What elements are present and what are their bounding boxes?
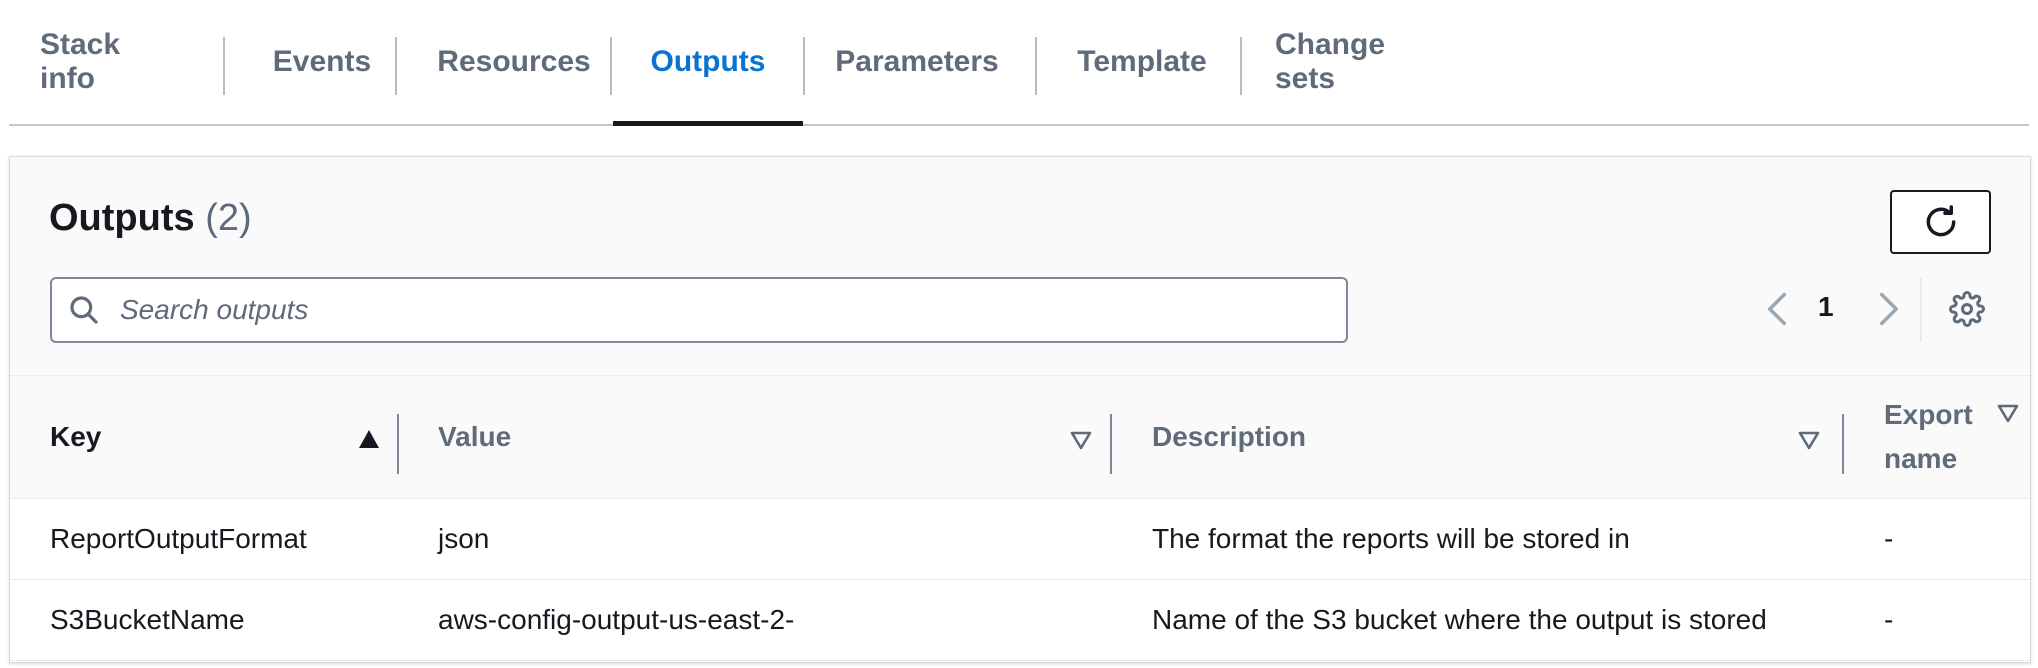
column-header-key[interactable]: Key: [50, 376, 101, 498]
panel-header: Outputs (2) 1: [10, 157, 2030, 376]
tab-outputs[interactable]: Outputs: [613, 0, 803, 126]
column-header-description[interactable]: Description: [1152, 376, 1306, 498]
panel-title: Outputs (2): [49, 197, 252, 240]
item-count: (2): [205, 197, 252, 239]
tab-resources[interactable]: Resources: [429, 0, 599, 124]
table-header: Key Value Description Export name: [10, 376, 2030, 499]
tab-change-sets[interactable]: Change sets: [1275, 0, 1445, 124]
search-input[interactable]: [118, 293, 1322, 327]
sort-icon[interactable]: [1996, 402, 2020, 424]
column-resizer[interactable]: [1842, 414, 1844, 474]
tab-parameters[interactable]: Parameters: [835, 0, 999, 124]
cell-export-name: -: [1884, 604, 1894, 635]
gear-icon: [1949, 291, 1985, 327]
tab-template[interactable]: Template: [1067, 0, 1217, 124]
refresh-button[interactable]: [1890, 190, 1991, 254]
tab-divider: [610, 37, 612, 95]
column-header-value[interactable]: Value: [438, 376, 511, 498]
tab-divider: [395, 37, 397, 95]
column-resizer[interactable]: [397, 414, 399, 474]
tab-stack-info[interactable]: Stack info: [40, 0, 160, 124]
cell-key: ReportOutputFormat: [50, 523, 307, 554]
chevron-right-icon: [1880, 292, 1898, 326]
tab-label: Resources: [437, 45, 591, 78]
sort-icon[interactable]: [1797, 429, 1821, 451]
table-row: ReportOutputFormat json The format the r…: [10, 499, 2030, 580]
page-number[interactable]: 1: [1818, 291, 1834, 323]
chevron-left-icon: [1768, 292, 1786, 326]
table-row: S3BucketName aws-config-output-us-east-2…: [10, 580, 2030, 661]
panel-title-text: Outputs: [49, 197, 195, 239]
cell-value: aws-config-output-us-east-2-: [438, 604, 795, 635]
tab-divider: [223, 37, 225, 95]
tab-label: Template: [1077, 45, 1207, 78]
cell-description: The format the reports will be stored in: [1152, 523, 1630, 554]
search-icon: [68, 292, 104, 328]
cell-description: Name of the S3 bucket where the output i…: [1152, 604, 1767, 635]
previous-page-button[interactable]: [1762, 289, 1792, 329]
tab-label: Parameters: [835, 45, 999, 78]
tab-divider: [1240, 37, 1242, 95]
tab-divider: [1035, 37, 1037, 95]
tab-bar: Stack info Events Resources Outputs Para…: [9, 0, 2029, 126]
tab-label: Outputs: [650, 45, 766, 78]
cell-key: S3BucketName: [50, 604, 245, 635]
cell-value: json: [438, 523, 490, 554]
tab-events[interactable]: Events: [267, 0, 377, 124]
outputs-panel: Outputs (2) 1: [9, 156, 2031, 663]
sort-ascending-icon[interactable]: [357, 428, 381, 450]
column-header-export-name[interactable]: Export name: [1884, 376, 2004, 498]
tab-label: Events: [272, 45, 372, 78]
sort-icon[interactable]: [1069, 429, 1093, 451]
column-resizer[interactable]: [1110, 414, 1112, 474]
tab-label: Stack info: [40, 28, 121, 95]
tab-divider: [803, 37, 805, 95]
preferences-button[interactable]: [1946, 288, 1988, 330]
tab-label: Change sets: [1275, 28, 1386, 95]
refresh-icon: [1926, 205, 1955, 237]
search-field[interactable]: [50, 277, 1348, 343]
pagination-divider: [1920, 278, 1922, 342]
cell-export-name: -: [1884, 523, 1894, 554]
next-page-button[interactable]: [1874, 289, 1904, 329]
